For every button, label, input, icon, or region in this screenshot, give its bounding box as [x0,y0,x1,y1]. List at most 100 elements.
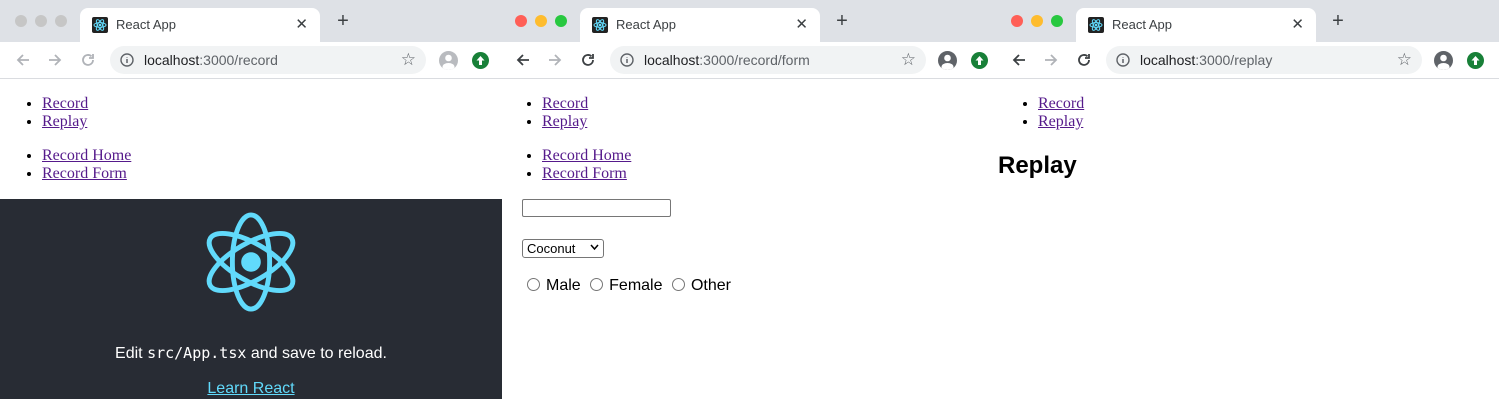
nav-item-record: Record [542,95,588,113]
url-text: localhost:3000/record [144,52,278,68]
react-logo-icon [592,17,608,33]
close-tab-icon[interactable]: ✕ [295,15,308,33]
react-logo-icon [1088,17,1104,33]
toolbar: localhost:3000/record ☆ [0,42,502,79]
upload-extension-icon[interactable] [971,52,988,69]
subnav-item-form: Record Form [42,165,131,183]
back-icon[interactable] [514,51,532,69]
app-header: Edit src/App.tsx and save to reload. Lea… [0,199,502,399]
edit-suffix: and save to reload. [246,345,387,362]
browser-tab[interactable]: React App ✕ [580,8,820,42]
record-subnav: Record Home Record Form [542,147,631,183]
close-tab-icon[interactable]: ✕ [795,15,808,33]
tab-title: React App [616,17,676,32]
page-content: Record Replay Record Home Record Form Co… [502,79,998,399]
address-bar[interactable]: localhost:3000/replay ☆ [1106,46,1422,74]
main-nav: Record Replay [42,95,88,131]
zoom-window-button[interactable] [55,15,67,27]
back-icon[interactable] [1010,51,1028,69]
minimize-window-button[interactable] [535,15,547,27]
address-bar[interactable]: localhost:3000/record ☆ [110,46,426,74]
replay-link[interactable]: Replay [1038,113,1083,130]
radio-other[interactable] [671,278,685,291]
browser-window-record-form: React App ✕ + localhost:3000/record/form… [502,0,998,399]
main-nav: Record Replay [542,95,588,131]
browser-window-record: React App ✕ + localhost:3000/record ☆ Re… [0,0,502,399]
close-window-button[interactable] [515,15,527,27]
address-bar[interactable]: localhost:3000/record/form ☆ [610,46,926,74]
star-icon[interactable]: ☆ [1397,50,1412,70]
edit-instructions: Edit src/App.tsx and save to reload. [0,344,502,363]
page-content: Record Replay Record Home Record Form Ed… [0,79,502,399]
tab-title: React App [116,17,176,32]
subnav-item-home: Record Home [542,147,631,165]
forward-icon[interactable] [546,51,564,69]
record-form-link[interactable]: Record Form [42,165,127,182]
new-tab-button[interactable]: + [333,11,353,31]
forward-icon[interactable] [1042,51,1060,69]
toolbar: localhost:3000/record/form ☆ [502,42,998,79]
minimize-window-button[interactable] [35,15,47,27]
subnav-item-home: Record Home [42,147,131,165]
radio-female[interactable] [590,278,604,291]
record-link[interactable]: Record [1038,95,1084,112]
record-home-link[interactable]: Record Home [42,147,131,164]
learn-react-link[interactable]: Learn React [207,380,294,397]
subnav-item-form: Record Form [542,165,631,183]
avatar-icon[interactable] [439,51,458,70]
star-icon[interactable]: ☆ [901,50,916,70]
replay-link[interactable]: Replay [42,113,87,130]
radio-male[interactable] [527,278,540,291]
avatar-icon[interactable] [938,51,957,70]
replay-link[interactable]: Replay [542,113,587,130]
learn-react-wrapper: Learn React [0,380,502,398]
reload-icon[interactable] [579,51,597,69]
avatar-icon[interactable] [1434,51,1453,70]
url-host: localhost [644,52,700,68]
page-content: Record Replay Replay [998,79,1499,399]
browser-window-replay: React App ✕ + localhost:3000/replay ☆ Re… [998,0,1499,399]
react-logo-icon [206,212,296,312]
reload-icon[interactable] [1075,51,1093,69]
zoom-window-button[interactable] [555,15,567,27]
new-tab-button[interactable]: + [832,11,852,31]
record-form-link[interactable]: Record Form [542,165,627,182]
radio-other-label: Other [690,277,731,294]
info-icon[interactable] [1116,53,1130,67]
nav-item-record: Record [1038,95,1084,113]
star-icon[interactable]: ☆ [401,50,416,70]
upload-extension-icon[interactable] [472,52,489,69]
browser-tab[interactable]: React App ✕ [80,8,320,42]
toolbar: localhost:3000/replay ☆ [998,42,1499,79]
url-path: :3000/record [199,52,278,68]
browser-tab[interactable]: React App ✕ [1076,8,1316,42]
record-subnav: Record Home Record Form [42,147,131,183]
upload-extension-icon[interactable] [1467,52,1484,69]
close-window-button[interactable] [1011,15,1023,27]
record-home-link[interactable]: Record Home [542,147,631,164]
record-link[interactable]: Record [42,95,88,112]
edit-prefix: Edit [115,345,148,362]
radio-female-label: Female [609,277,663,294]
page-title: Replay [998,152,1077,179]
new-tab-button[interactable]: + [1328,11,1348,31]
zoom-window-button[interactable] [1051,15,1063,27]
record-link[interactable]: Record [542,95,588,112]
fruit-select[interactable]: Coconut [522,239,604,258]
back-icon[interactable] [14,51,32,69]
forward-icon[interactable] [46,51,64,69]
radio-male-label: Male [546,277,581,294]
minimize-window-button[interactable] [1031,15,1043,27]
close-window-button[interactable] [15,15,27,27]
info-icon[interactable] [120,53,134,67]
react-logo-icon [92,17,108,33]
edit-code: src/App.tsx [147,344,247,362]
info-icon[interactable] [620,53,634,67]
main-nav: Record Replay [1038,95,1084,131]
url-host: localhost [1140,52,1196,68]
close-tab-icon[interactable]: ✕ [1291,15,1304,33]
select-value: Coconut [527,241,576,256]
text-input[interactable] [522,199,671,217]
reload-icon[interactable] [79,51,97,69]
url-path: :3000/replay [1195,52,1273,68]
